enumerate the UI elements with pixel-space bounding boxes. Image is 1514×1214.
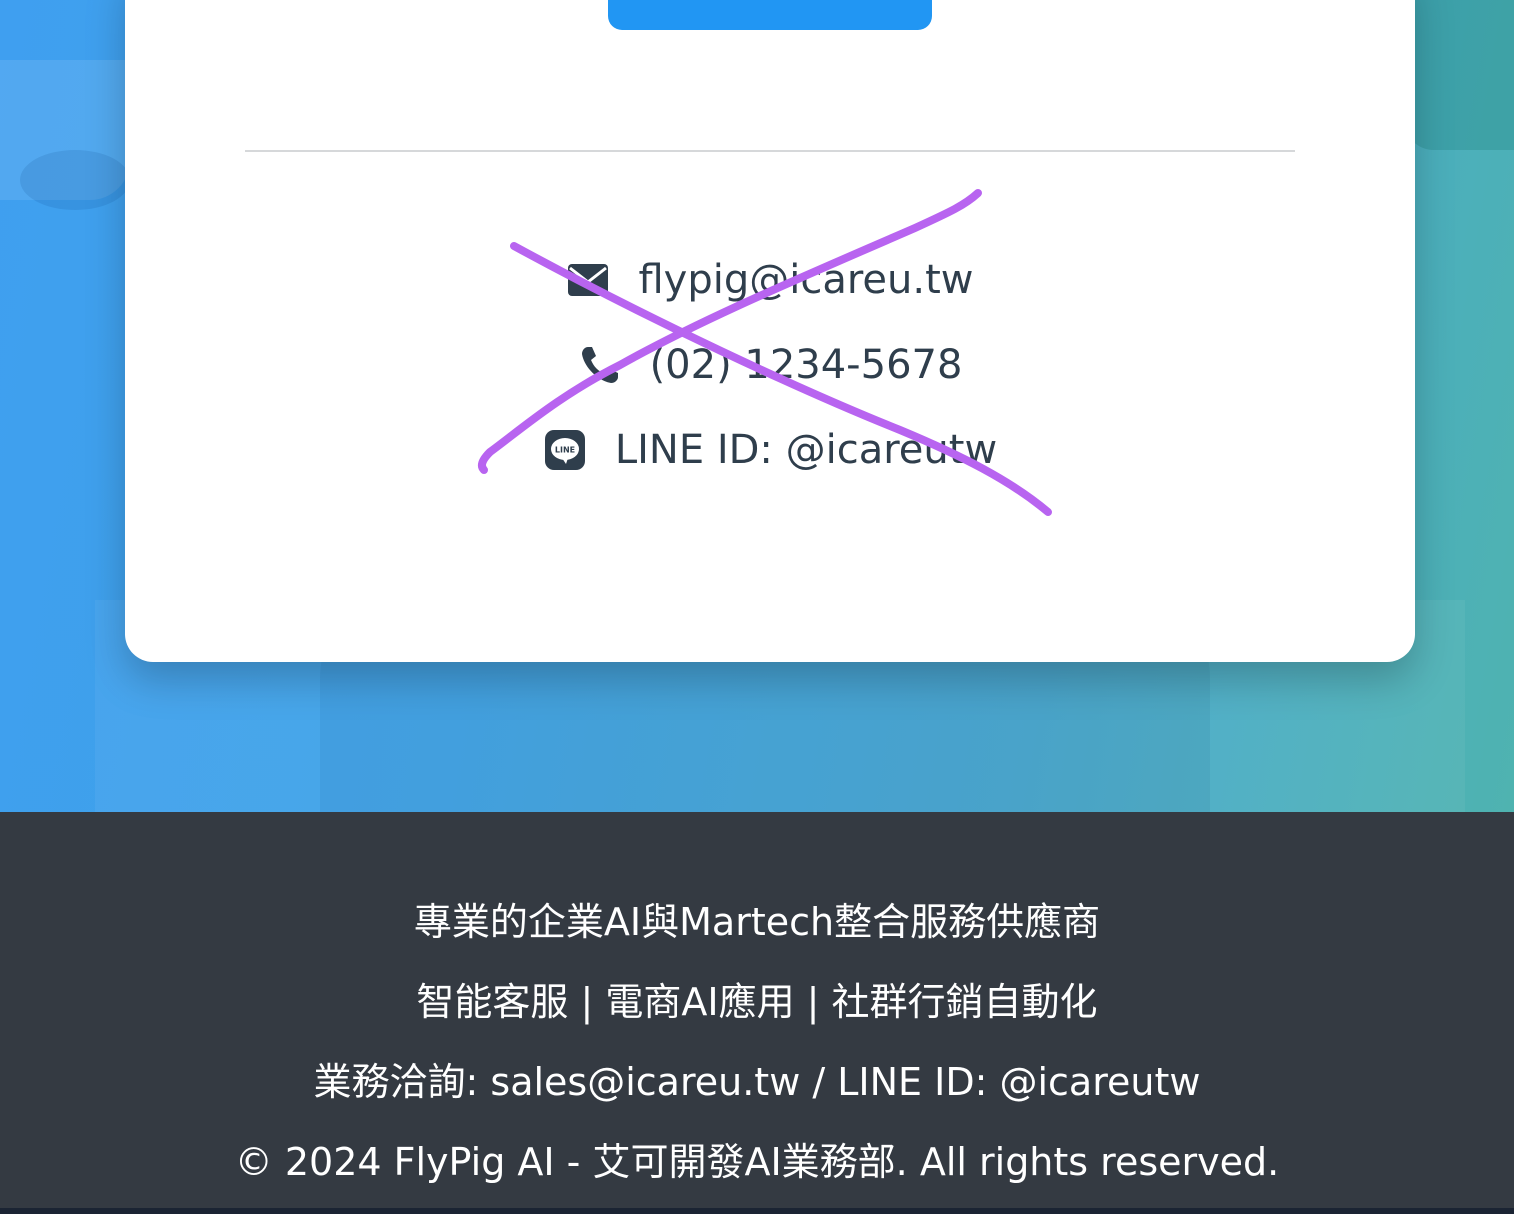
footer-services: 智能客服 | 電商AI應用 | 社群行銷自動化 — [416, 980, 1098, 1024]
contact-line-text: LINE ID: @icareutw — [614, 427, 998, 473]
footer-tagline: 專業的企業AI與Martech整合服務供應商 — [413, 900, 1101, 944]
footer: 專業的企業AI與Martech整合服務供應商 智能客服 | 電商AI應用 | 社… — [0, 812, 1514, 1208]
footer-sales-contact[interactable]: 業務洽詢: sales@icareu.tw / LINE ID: @icareu… — [0, 1057, 1514, 1107]
envelope-icon — [566, 258, 610, 302]
footer-copyright: © 2024 FlyPig AI - 艾可開發AI業務部. All rights… — [234, 1140, 1280, 1184]
phone-icon — [578, 343, 622, 387]
contact-email[interactable]: flypig@icareu.tw — [125, 250, 1415, 310]
contact-line[interactable]: LINE LINE ID: @icareutw — [125, 420, 1415, 480]
bottom-strip — [0, 1208, 1514, 1214]
line-badge-text: LINE — [555, 446, 575, 455]
contact-phone-text: (02) 1234-5678 — [649, 342, 963, 388]
contact-phone[interactable]: (02) 1234-5678 — [125, 335, 1415, 395]
submit-button[interactable] — [608, 0, 932, 30]
contact-email-text: flypig@icareu.tw — [638, 257, 974, 303]
line-app-icon: LINE — [543, 428, 587, 472]
background-shape — [20, 150, 130, 210]
hero-background: flypig@icareu.tw (02) 1234-5678 LINE LIN… — [0, 0, 1514, 812]
background-shape — [1404, 0, 1514, 150]
contact-card: flypig@icareu.tw (02) 1234-5678 LINE LIN… — [125, 0, 1415, 662]
divider — [245, 150, 1295, 152]
